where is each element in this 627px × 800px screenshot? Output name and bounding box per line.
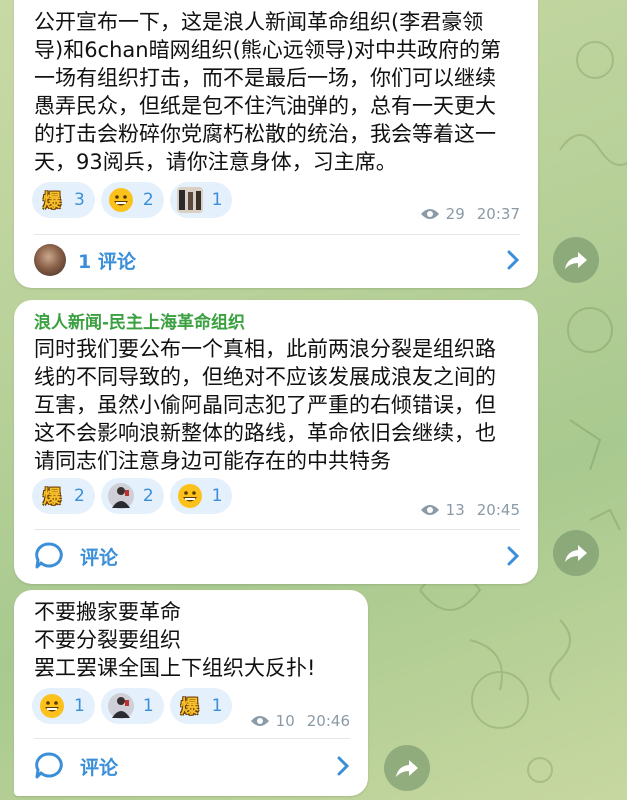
bao-sticker-icon: 爆 — [180, 697, 199, 718]
reaction-count: 2 — [74, 486, 85, 506]
comments-button[interactable]: 评论 — [34, 536, 520, 576]
message-text: 不要搬家要革命 不要分裂要组织 罢工罢课全国上下组织大反扑! — [34, 600, 316, 680]
share-button[interactable] — [553, 530, 599, 576]
chevron-right-icon — [507, 250, 520, 270]
message-time: 20:46 — [306, 712, 350, 730]
reaction-photo[interactable]: 1 — [100, 688, 164, 724]
reactions-bar: 爆 2 2 1 — [32, 478, 233, 514]
grinning-face-icon — [176, 482, 204, 510]
message-text: 同时我们要公布一个真相，此前两浪分裂是组织路 线的不同导致的，但绝对不应该发展成… — [34, 337, 496, 473]
bao-sticker-icon: 爆 — [43, 487, 61, 508]
eye-icon — [250, 716, 269, 726]
comments-label: 评论 — [80, 756, 119, 779]
reactions-bar: 1 1 爆 1 — [32, 688, 233, 724]
chevron-right-icon — [507, 546, 520, 566]
message-time: 20:37 — [476, 205, 520, 223]
comment-bubble-icon — [35, 752, 63, 779]
reaction-count: 1 — [211, 190, 223, 210]
comments-button[interactable]: 评论 — [34, 746, 350, 786]
message-bubble-2: 浪人新闻-民主上海革命组织 同时我们要公布一个真相，此前两浪分裂是组织路 线的不… — [14, 300, 538, 584]
share-arrow-icon — [396, 760, 418, 777]
photo-reaction-icon — [176, 186, 204, 214]
view-count: 10 — [275, 712, 295, 730]
photo-reaction-icon — [107, 692, 135, 720]
message-bubble-1: 公开宣布一下，这是浪人新闻革命组织(李君豪领 导)和6chan暗网组织(熊心远领… — [14, 0, 538, 288]
message-meta: 10 20:46 — [250, 712, 350, 730]
reaction-photo[interactable]: 2 — [100, 478, 164, 514]
reaction-bao[interactable]: 爆 1 — [169, 688, 233, 724]
message-meta: 13 20:45 — [420, 501, 520, 519]
photo-reaction-icon — [107, 482, 135, 510]
reaction-grin[interactable]: 2 — [100, 182, 164, 218]
reaction-bao[interactable]: 爆 2 — [32, 478, 95, 514]
message-meta: 29 20:37 — [420, 205, 520, 223]
reaction-count: 3 — [74, 190, 85, 210]
reaction-count: 1 — [142, 696, 154, 716]
chevron-right-icon — [337, 756, 350, 776]
share-button[interactable] — [553, 237, 599, 283]
reaction-photo[interactable]: 1 — [169, 182, 233, 218]
reactions-bar: 爆 3 2 1 — [32, 182, 233, 218]
reaction-count: 1 — [211, 696, 223, 716]
bao-sticker-icon: 爆 — [43, 191, 61, 212]
reaction-bao[interactable]: 爆 3 — [32, 182, 95, 218]
message-text: 公开宣布一下，这是浪人新闻革命组织(李君豪领 导)和6chan暗网组织(熊心远领… — [34, 10, 501, 174]
reaction-count: 1 — [74, 696, 85, 716]
share-arrow-icon — [565, 545, 587, 562]
eye-icon — [420, 209, 439, 219]
message-bubble-3: 不要搬家要革命 不要分裂要组织 罢工罢课全国上下组织大反扑! 1 1 爆 1 1… — [14, 590, 368, 796]
grinning-face-icon — [107, 186, 135, 214]
comments-button[interactable]: 1 评论 — [34, 240, 520, 280]
divider — [34, 738, 350, 739]
comments-label: 1 评论 — [78, 250, 136, 273]
message-time: 20:45 — [476, 501, 520, 519]
comments-label: 评论 — [80, 546, 119, 569]
view-count: 13 — [445, 501, 465, 519]
share-button[interactable] — [384, 745, 430, 791]
reaction-count: 2 — [142, 486, 154, 506]
reaction-grin[interactable]: 1 — [169, 478, 233, 514]
view-count: 29 — [445, 205, 465, 223]
reaction-count: 2 — [142, 190, 154, 210]
reaction-count: 1 — [211, 486, 223, 506]
divider — [34, 234, 520, 235]
comment-bubble-icon — [35, 542, 63, 569]
grinning-face-icon — [38, 692, 66, 720]
divider — [34, 529, 520, 530]
commenter-avatar — [34, 244, 66, 276]
eye-icon — [420, 505, 439, 515]
share-arrow-icon — [565, 252, 587, 269]
reaction-grin[interactable]: 1 — [32, 688, 95, 724]
sender-name[interactable]: 浪人新闻-民主上海革命组织 — [14, 300, 538, 333]
